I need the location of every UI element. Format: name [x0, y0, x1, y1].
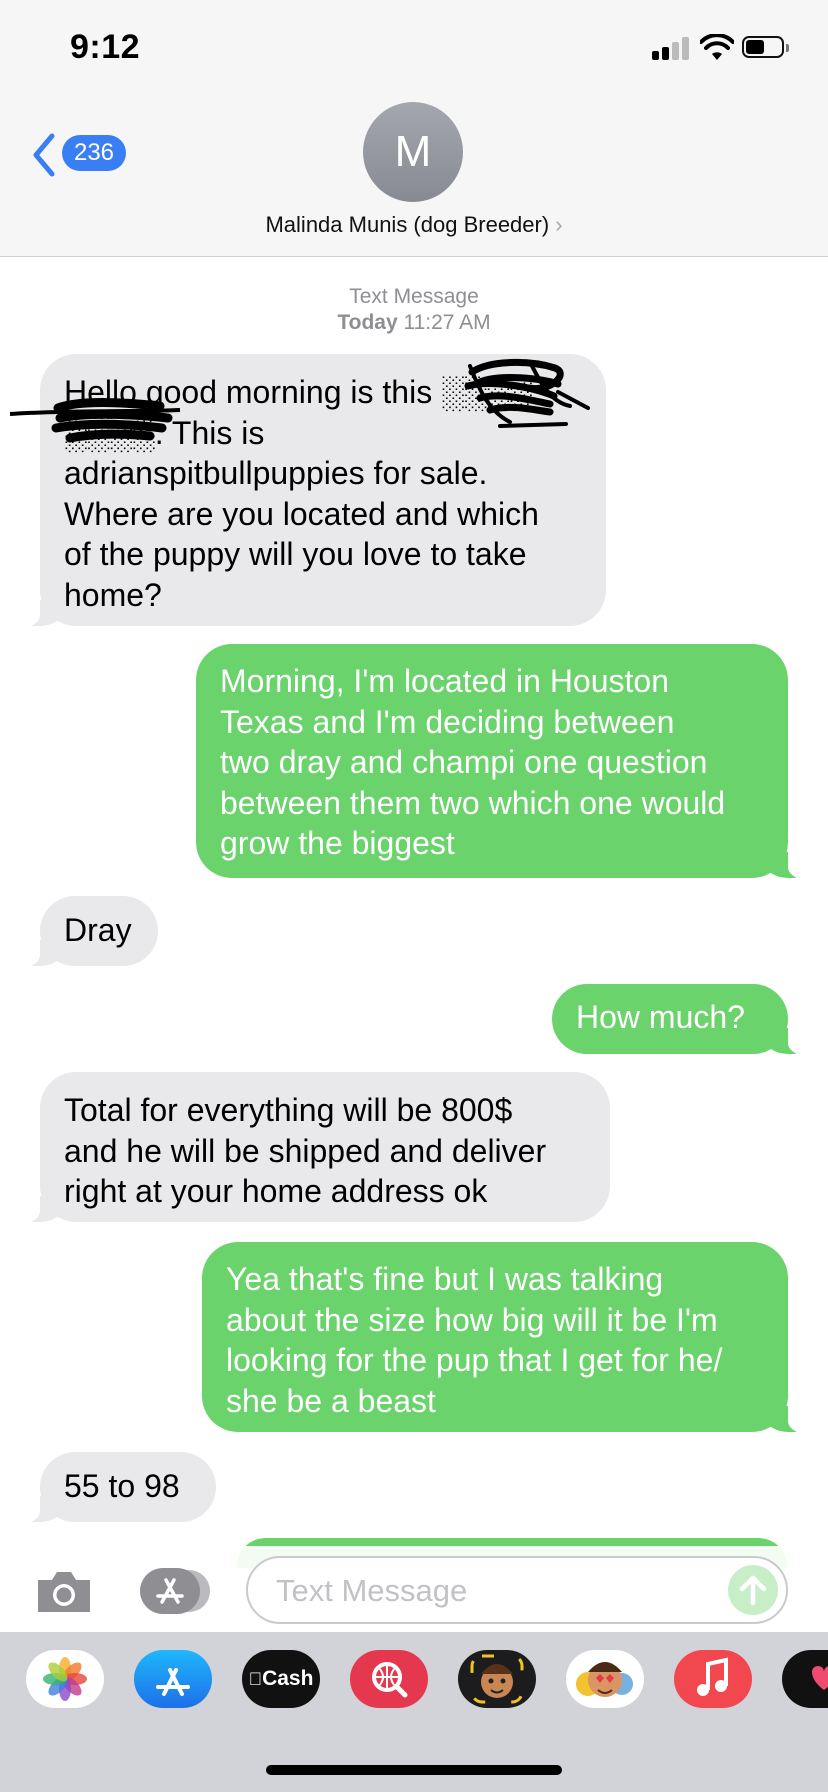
digital-touch-app-button[interactable]: [782, 1650, 828, 1708]
arrow-up-icon: [739, 1575, 767, 1606]
contact-name-button[interactable]: Malinda Munis (dog Breeder) ›: [0, 212, 828, 238]
cellular-signal-icon: [652, 36, 692, 60]
back-button[interactable]: 236: [30, 130, 140, 180]
digital-touch-icon: [812, 1666, 828, 1690]
message-text: Morning, I'm located in Houston Texas an…: [220, 663, 726, 861]
unread-count-badge: 236: [62, 135, 126, 171]
incoming-message-bubble[interactable]: Hello good morning is this ░░░░ ░░░░. Th…: [22, 354, 606, 627]
wifi-icon: [700, 34, 734, 60]
app-store-app-button[interactable]: [134, 1650, 212, 1708]
photos-icon: [43, 1657, 87, 1701]
timestamp-day: Today: [337, 311, 398, 334]
app-store-icon: [156, 1668, 190, 1696]
message-text: How much?: [576, 999, 745, 1035]
camera-icon[interactable]: [34, 1568, 94, 1616]
outgoing-message-bubble[interactable]: How much?: [552, 984, 806, 1055]
message-text: Yea that's fine but I was talking about …: [226, 1261, 723, 1419]
cash-app-icon: Cash: [242, 1650, 320, 1708]
status-time: 9:12: [70, 28, 141, 66]
message-text: Total for everything will be 800$ and he…: [64, 1092, 547, 1209]
service-label: Text Message: [349, 285, 479, 308]
incoming-message-bubble[interactable]: Dray: [22, 896, 158, 967]
compose-bar: [0, 1546, 828, 1632]
outgoing-message-bubble[interactable]: Morning, I'm located in Houston Texas an…: [196, 644, 806, 879]
memoji-app-button[interactable]: [458, 1650, 536, 1708]
outgoing-message-bubble[interactable]: Yea that's fine but I was talking about …: [202, 1242, 806, 1433]
animoji-app-button[interactable]: [566, 1650, 644, 1708]
home-indicator: [266, 1765, 562, 1775]
battery-icon: [742, 36, 790, 60]
incoming-message-bubble[interactable]: 55 to 98: [22, 1452, 216, 1523]
chevron-left-icon: [33, 133, 55, 177]
photos-app-button[interactable]: [26, 1650, 104, 1708]
message-text: Hello good morning is this ░░░░ ░░░░. Th…: [64, 374, 539, 613]
message-text: Dray: [64, 912, 132, 948]
send-button[interactable]: [728, 1565, 778, 1615]
music-app-button[interactable]: [674, 1650, 752, 1708]
contact-name: Malinda Munis (dog Breeder): [265, 212, 550, 237]
timestamp-time: 11:27 AM: [403, 311, 491, 334]
cash-app-label: Cash: [255, 1667, 313, 1690]
conversation-header: 236 M Malinda Munis (dog Breeder) ›: [0, 100, 828, 257]
message-input[interactable]: [274, 1564, 708, 1618]
chevron-right-icon: ›: [555, 212, 563, 237]
web-search-icon: [372, 1662, 408, 1698]
memoji-icon: [470, 1654, 524, 1704]
status-bar: 9:12: [0, 0, 828, 100]
incoming-message-bubble[interactable]: Total for everything will be 800$ and he…: [22, 1072, 610, 1223]
cash-app-button[interactable]: Cash: [242, 1650, 320, 1708]
thread-meta: Text Message Today 11:27 AM: [0, 284, 828, 336]
animoji-icon: [576, 1662, 633, 1697]
message-text: 55 to 98: [64, 1468, 180, 1504]
web-search-app-button[interactable]: [350, 1650, 428, 1708]
contact-avatar[interactable]: M: [363, 102, 463, 202]
music-icon: [697, 1657, 728, 1696]
message-text-field[interactable]: [246, 1556, 788, 1624]
app-store-apps-button-icon[interactable]: [138, 1566, 214, 1616]
